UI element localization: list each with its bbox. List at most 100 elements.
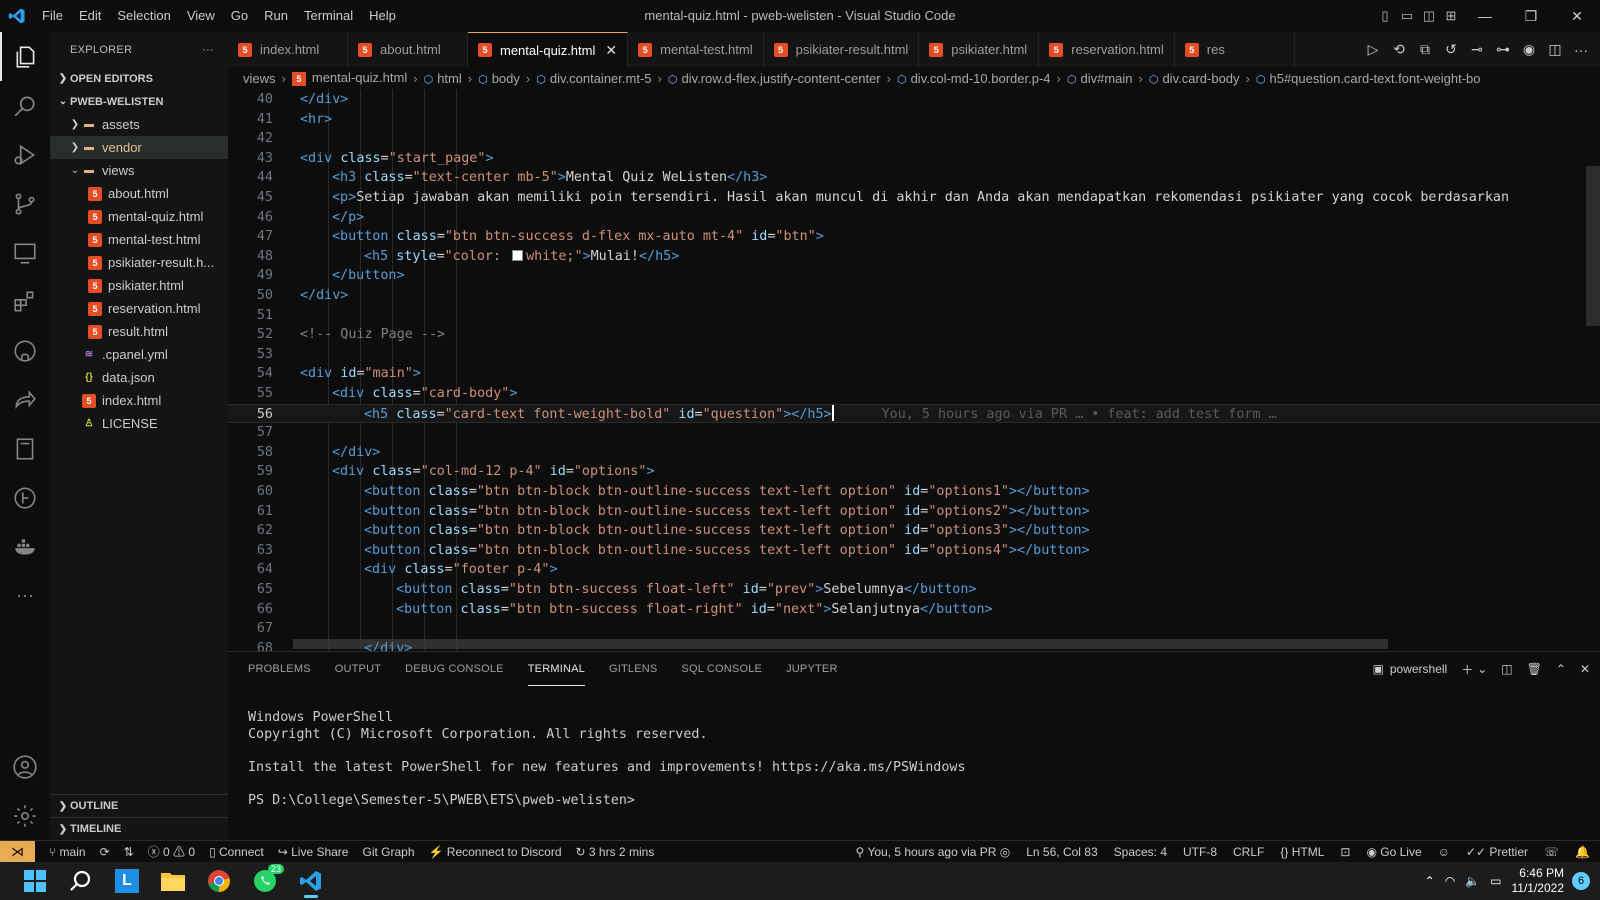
menu-item-terminal[interactable]: Terminal [296, 0, 361, 32]
chevron-up-icon[interactable]: ⌃ [1425, 874, 1435, 888]
code-line[interactable]: 55 <div class="card-body"> [228, 384, 1600, 404]
trash-icon[interactable]: 🗑 [1527, 662, 1542, 676]
tab-mental-quiz-html[interactable]: 5 mental-quiz.html ✕ [468, 32, 629, 67]
timeline-section[interactable]: ❯ TIMELINE [50, 817, 228, 840]
wifi-icon[interactable]: ◠ [1445, 874, 1455, 888]
branch-status[interactable]: ⑂ main [49, 845, 86, 859]
breadcrumb-item[interactable]: ⬡ div.container.mt-5 [536, 71, 651, 86]
code-line[interactable]: 62 <button class="btn btn-block btn-outli… [228, 521, 1600, 541]
battery-icon[interactable]: ▭ [1490, 874, 1501, 888]
tab-psikiater-result-html[interactable]: 5 psikiater-result.html [764, 32, 920, 67]
docker-icon[interactable] [0, 522, 50, 571]
next-commit-icon[interactable]: ⊶ [1490, 41, 1516, 58]
breadcrumb-item[interactable]: ⬡ div.col-md-10.border.p-4 [897, 71, 1051, 86]
previous-change-icon[interactable]: ↺ [1438, 41, 1464, 58]
gitlens-icon[interactable] [0, 473, 50, 522]
chevron-down-icon[interactable]: ⌄ [1477, 662, 1487, 676]
breadcrumb-item[interactable]: ⬡ h5#question.card-text.font-weight-bo [1256, 71, 1481, 86]
code-line[interactable]: 45 <p>Setiap jawaban akan memiliki poin t… [228, 188, 1600, 208]
customize-layout-icon[interactable]: ⊞ [1440, 0, 1462, 32]
tab-mental-test-html[interactable]: 5 mental-test.html [628, 32, 764, 67]
vscode-taskbar-icon[interactable] [288, 862, 334, 900]
menu-item-go[interactable]: Go [223, 0, 256, 32]
toggle-secondary-sidebar-icon[interactable]: ◫ [1418, 0, 1440, 32]
code-line[interactable]: 58 </div> [228, 443, 1600, 463]
go-live-status[interactable]: ◉ Go Live [1366, 845, 1421, 859]
feedback-icon[interactable]: ☏ [1544, 845, 1559, 859]
launcher-app-icon[interactable]: L [104, 862, 150, 900]
gitlens-inspect-icon[interactable]: ◉ [1516, 41, 1542, 58]
tab-reservation-html[interactable]: 5 reservation.html [1039, 32, 1175, 67]
code-line[interactable]: 50 </div> [228, 286, 1600, 306]
code-line[interactable]: 59 <div class="col-md-12 p-4" id="options… [228, 462, 1600, 482]
panel-tab-problems[interactable]: PROBLEMS [248, 652, 311, 686]
toggle-sidebar-icon[interactable]: ▯ [1374, 0, 1396, 32]
tab-about-html[interactable]: 5 about.html [348, 32, 468, 67]
folder-item[interactable]: ⌄ ▬ views [50, 159, 228, 182]
menu-item-help[interactable]: Help [361, 0, 404, 32]
split-editor-icon[interactable]: ◫ [1542, 41, 1568, 58]
close-panel-icon[interactable]: ✕ [1580, 662, 1590, 676]
clock[interactable]: 6:46 PM 11/1/2022 [1512, 866, 1565, 896]
outline-section[interactable]: ❯ OUTLINE [50, 794, 228, 817]
code-line[interactable]: 65 <button class="btn btn-success float-l… [228, 580, 1600, 600]
panel-tab-gitlens[interactable]: GITLENS [609, 652, 657, 686]
toggle-panel-icon[interactable]: ▭ [1396, 0, 1418, 32]
panel-tab-output[interactable]: OUTPUT [335, 652, 381, 686]
live-share-status[interactable]: ↪ Live Share [278, 845, 349, 859]
code-line[interactable]: 46 </p> [228, 208, 1600, 228]
notebook-icon[interactable] [0, 424, 50, 473]
project-section[interactable]: ⌄ PWEB-WELISTEN [50, 90, 228, 113]
run-debug-icon[interactable] [0, 130, 50, 179]
code-line[interactable]: 49 </button> [228, 266, 1600, 286]
code-line[interactable]: 52 <!-- Quiz Page --> [228, 325, 1600, 345]
code-line[interactable]: 54 <div id="main"> [228, 364, 1600, 384]
code-line[interactable]: 51 [228, 306, 1600, 326]
file-item[interactable]: ♙ LICENSE [50, 412, 228, 435]
menu-item-file[interactable]: File [34, 0, 71, 32]
minimize-button[interactable]: — [1462, 0, 1508, 32]
file-item[interactable]: 5 psikiater-result.h... [50, 251, 228, 274]
run-icon[interactable]: ▷ [1360, 41, 1386, 58]
timeline-history-icon[interactable]: ⟲ [1386, 41, 1412, 58]
search-icon[interactable] [0, 81, 50, 130]
search-taskbar-icon[interactable] [58, 862, 104, 900]
code-line[interactable]: 64 <div class="footer p-4"> [228, 560, 1600, 580]
indentation-status[interactable]: Spaces: 4 [1114, 845, 1167, 859]
tab-index-html[interactable]: 5 index.html [228, 32, 348, 67]
explorer-more-button[interactable]: ··· [202, 44, 214, 56]
code-line[interactable]: 43 <div class="start_page"> [228, 149, 1600, 169]
panel-tab-terminal[interactable]: TERMINAL [527, 652, 585, 686]
breadcrumb-item[interactable]: ⬡ div.card-body [1149, 71, 1240, 86]
terminal-shell-label[interactable]: powershell [1390, 662, 1447, 676]
tab-res[interactable]: 5 res [1175, 32, 1295, 67]
more-actions-icon[interactable]: ··· [1568, 42, 1594, 58]
panel-tab-debug-console[interactable]: DEBUG CONSOLE [405, 652, 504, 686]
file-item[interactable]: 5 psikiater.html [50, 274, 228, 297]
extensions-icon[interactable] [0, 277, 50, 326]
code-line[interactable]: 66 <button class="btn btn-success float-r… [228, 600, 1600, 620]
code-line[interactable]: 44 <h3 class="text-center mb-5">Mental Qu… [228, 168, 1600, 188]
breadcrumb-item[interactable]: views [243, 71, 276, 86]
chrome-icon[interactable] [196, 862, 242, 900]
code-line[interactable]: 53 [228, 345, 1600, 365]
color-swatch-icon[interactable] [512, 249, 524, 261]
file-item[interactable]: 5 index.html [50, 389, 228, 412]
file-item[interactable]: {} data.json [50, 366, 228, 389]
problems-status[interactable]: ⓧ 0 ⚠ 0 [148, 843, 195, 860]
git-graph-status[interactable]: Git Graph [362, 845, 414, 859]
code-line[interactable]: 40 </div> [228, 90, 1600, 110]
blame-status[interactable]: ⚲ You, 5 hours ago via PR ◎ [856, 845, 1011, 859]
explorer-icon[interactable] [0, 32, 50, 81]
file-item[interactable]: 5 mental-test.html [50, 228, 228, 251]
remote-explorer-icon[interactable] [0, 228, 50, 277]
cursor-position[interactable]: Ln 56, Col 83 [1026, 845, 1097, 859]
encoding-status[interactable]: UTF-8 [1183, 845, 1217, 859]
notification-badge[interactable]: 6 [1572, 872, 1590, 890]
more-views-icon[interactable]: ··· [0, 571, 50, 620]
file-item[interactable]: 5 about.html [50, 182, 228, 205]
discord-status[interactable]: ⚡ Reconnect to Discord [429, 845, 562, 859]
remote-indicator-icon[interactable]: ⋊ [0, 840, 35, 863]
breadcrumb-item[interactable]: ⬡ div.row.d-flex.justify-content-center [668, 71, 881, 86]
live-share-icon[interactable] [0, 375, 50, 424]
